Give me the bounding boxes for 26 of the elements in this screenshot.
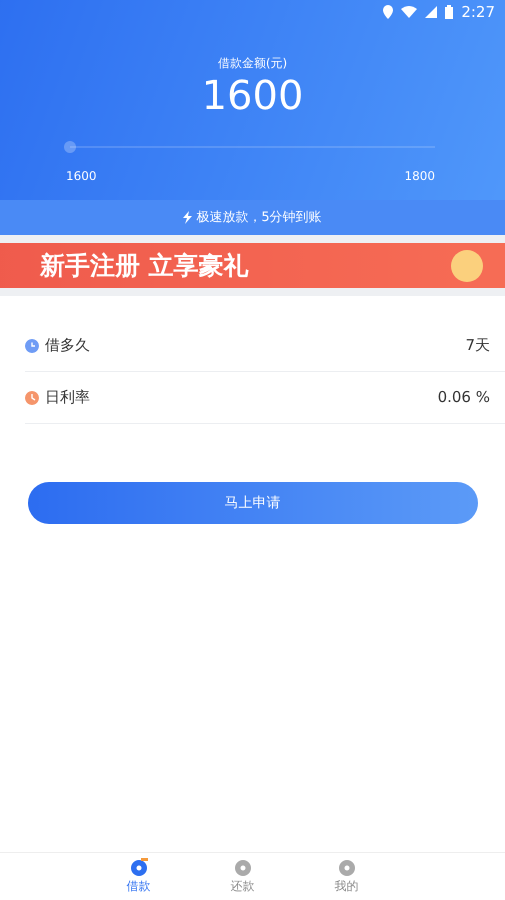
coin-icon <box>128 857 148 877</box>
status-time: 2:27 <box>461 2 495 23</box>
apply-button[interactable]: 马上申请 <box>28 482 478 524</box>
coin-icon <box>336 857 356 877</box>
min-amount: 1600 <box>66 168 97 185</box>
circle-icon <box>451 250 483 282</box>
tab[interactable]: 我的 <box>316 853 376 900</box>
tab[interactable]: 还款 <box>212 853 272 900</box>
detail-label: 借多久 <box>45 335 90 356</box>
detail-value: 7天 <box>465 335 490 356</box>
location-icon <box>383 5 394 19</box>
amount-label: 借款金额(元) <box>218 55 288 72</box>
promo-banner[interactable]: 新手注册 立享豪礼 <box>0 243 505 288</box>
detail-value: 0.06 % <box>438 387 490 408</box>
amount-value: 1600 <box>202 73 304 119</box>
wifi-icon <box>401 6 418 18</box>
detail-label: 日利率 <box>45 387 90 408</box>
signal-icon <box>425 6 438 18</box>
notice-text: 极速放款，5分钟到账 <box>196 208 322 227</box>
coin-icon <box>232 857 252 877</box>
battery-icon <box>445 5 454 19</box>
lightning-icon <box>183 211 192 224</box>
slider-thumb[interactable] <box>64 141 76 153</box>
max-amount: 1800 <box>404 168 435 185</box>
tab[interactable]: 借款 <box>108 853 168 900</box>
banner-title: 新手注册 立享豪礼 <box>40 250 249 282</box>
